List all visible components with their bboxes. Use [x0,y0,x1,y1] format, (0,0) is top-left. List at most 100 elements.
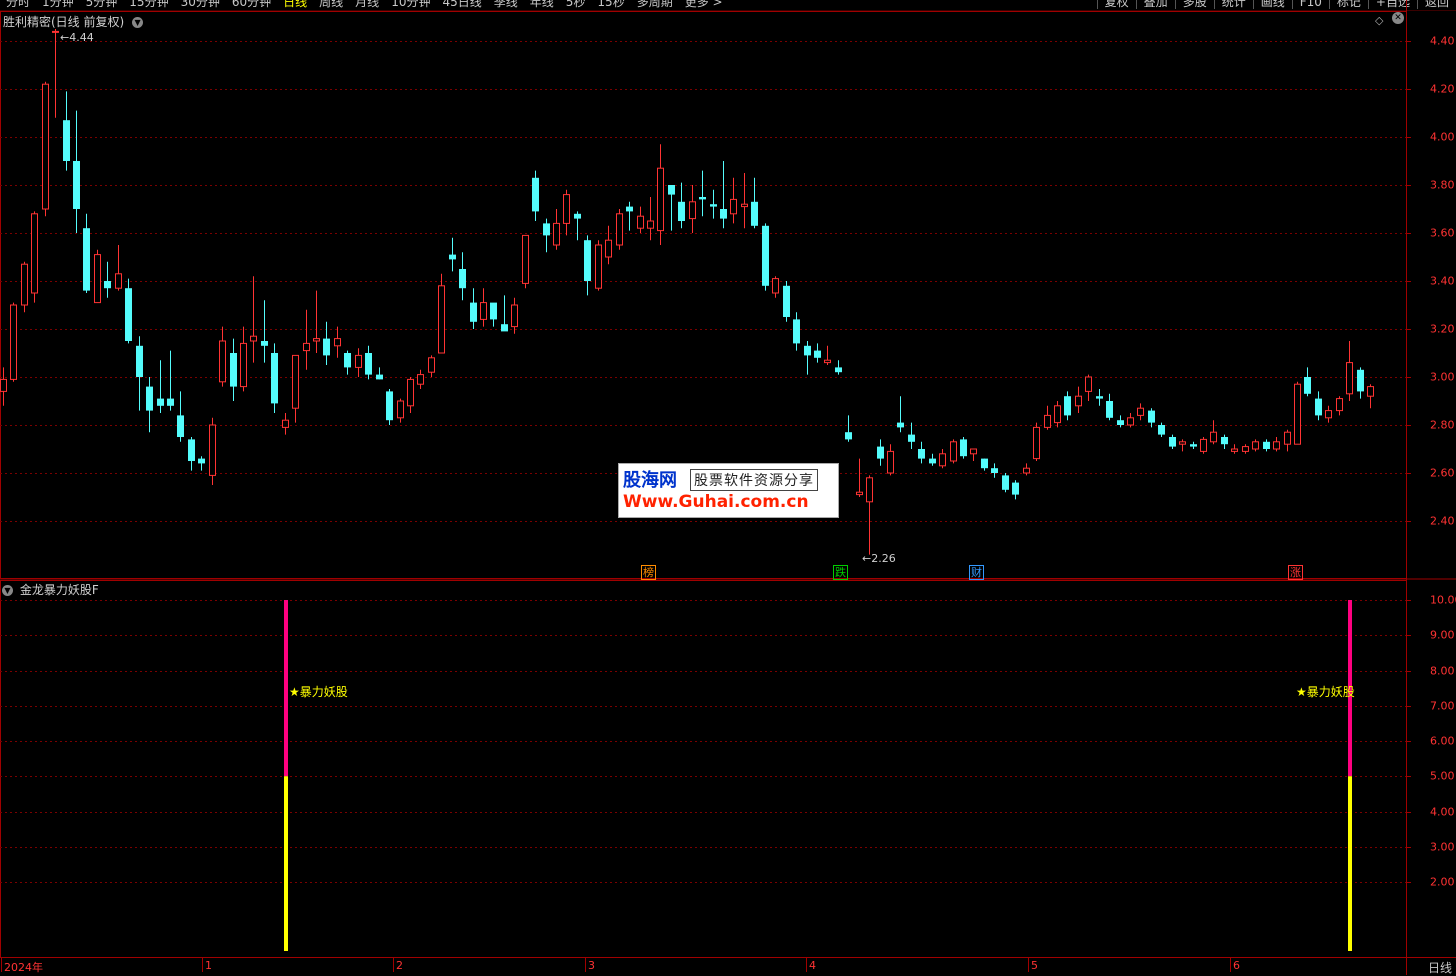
candle-body [397,400,404,419]
y-tick-label: 3.40 [1430,274,1455,288]
candle-body [271,353,278,404]
candle-body [1304,377,1311,394]
watermark-logo: 股海网 [623,470,677,491]
candle-body [877,446,884,459]
candle-body [960,439,967,457]
candle-body [198,458,205,464]
candle-body [1023,467,1030,474]
watermark-banner: 股海网 股票软件资源分享 Www.Guhai.com.cn [618,463,839,518]
candle-body [313,338,320,342]
candle-body [1315,398,1322,416]
candle-body [845,432,852,440]
candle-body [1273,441,1280,450]
watermark-url: Www.Guhai.com.cn [623,492,809,512]
candle-body [1252,441,1259,450]
candle-body [856,491,863,496]
candle-body [355,354,362,368]
y-tick-label: 4.20 [1430,82,1455,96]
candle-body [167,398,174,406]
candle-body [31,213,38,294]
candle-body [730,198,737,215]
y-tick-label: 8.00 [1430,664,1455,677]
candle-body [146,386,153,411]
candle-body [1336,398,1343,412]
candle-body [1367,386,1374,397]
y-tick-label: 2.60 [1430,466,1455,480]
candle-body [522,234,529,284]
candle-body [417,374,424,385]
indicator-panel-frame [0,580,1407,958]
candle-body [1033,426,1040,460]
candle-body [689,201,696,220]
high-price-label: ←4.44 [60,31,94,44]
candle-body [1294,383,1301,445]
candle-body [887,450,894,474]
candle-body [918,449,925,459]
candle-body [376,374,383,380]
candle-body [1106,401,1113,418]
candle-body [699,197,706,200]
candle-body [762,225,769,286]
candle-body [1190,444,1197,447]
candle-body [1357,369,1364,392]
candle-body [543,223,550,236]
candle-body [1127,417,1134,426]
candle-body [1064,396,1071,416]
candle-body [1325,410,1332,419]
candle-body [1221,437,1228,445]
candle-body [1231,448,1238,452]
candle-body [783,285,790,317]
y-tick-label: 4.40 [1430,34,1455,48]
candle-body [240,342,247,388]
low-price-label: ←2.26 [862,552,896,565]
candle-body [1179,441,1186,445]
candle-body [814,350,821,358]
candle-body [1075,395,1082,407]
candle-body [1284,431,1291,445]
candle-body [970,448,977,455]
x-tick-label: 5 [1031,959,1038,972]
candle-body [0,378,7,392]
candle-body [950,441,957,462]
signal-bar-top [284,600,288,777]
candle-body [282,419,289,428]
candle-body [1210,431,1217,443]
candle-body [574,213,581,219]
candle-body [584,240,591,281]
candle-body [1044,414,1051,428]
event-marker[interactable]: 财 [969,565,984,580]
candle-body [637,215,644,229]
candle-body [929,458,936,464]
candle-body [219,340,226,383]
candle-body [866,477,873,503]
signal-bar-bottom [1348,776,1352,951]
candle-body [104,281,111,289]
y-tick-label: 7.00 [1430,699,1455,713]
event-marker[interactable]: 涨 [1288,565,1303,580]
candle-body [480,302,487,320]
period-button[interactable]: 日线 [1428,959,1452,976]
candle-body [647,220,654,229]
candle-body [1148,410,1155,423]
candle-body [386,391,393,421]
candle-body [804,345,811,356]
indicator-title: 金龙暴力妖股F [19,583,99,597]
y-tick-label: 2.00 [1430,875,1455,889]
candle-body [511,304,518,328]
candle-body [710,204,717,207]
candle-body [157,398,164,406]
signal-label: ★暴力妖股 [289,685,348,699]
candle-body [563,194,570,224]
event-marker[interactable]: 跌 [833,565,848,580]
chevron-down-icon[interactable]: ▼ [2,585,13,596]
candle-body [21,263,28,306]
candle-body [908,434,915,442]
candle-body [365,353,372,375]
y-tick-label: 4.00 [1430,805,1455,818]
candle-body [73,161,80,209]
candle-body [501,324,508,332]
candle-body [741,203,748,208]
candle-body [230,353,237,387]
event-marker[interactable]: 榜 [641,565,656,580]
candle-body [344,353,351,368]
